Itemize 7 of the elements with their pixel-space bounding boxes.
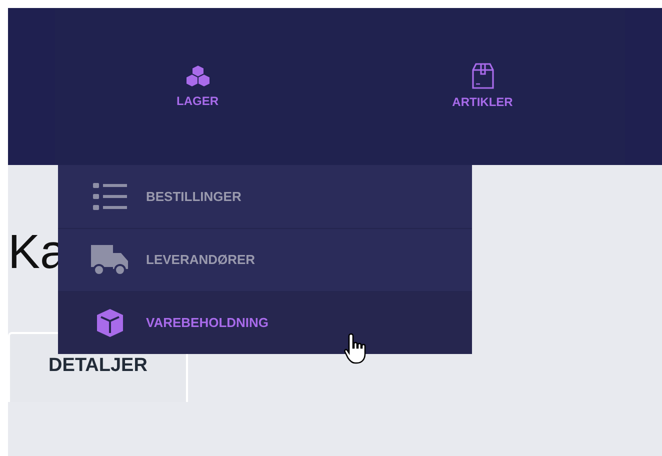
box-icon bbox=[472, 62, 494, 88]
truck-icon bbox=[90, 243, 130, 277]
cubes-icon bbox=[184, 64, 210, 88]
menu-item[interactable]: BESTILLINGER bbox=[58, 165, 472, 228]
cube-icon bbox=[95, 308, 125, 338]
list-icon bbox=[91, 180, 129, 212]
menu-item[interactable]: VAREBEHOLDNING bbox=[58, 291, 472, 354]
